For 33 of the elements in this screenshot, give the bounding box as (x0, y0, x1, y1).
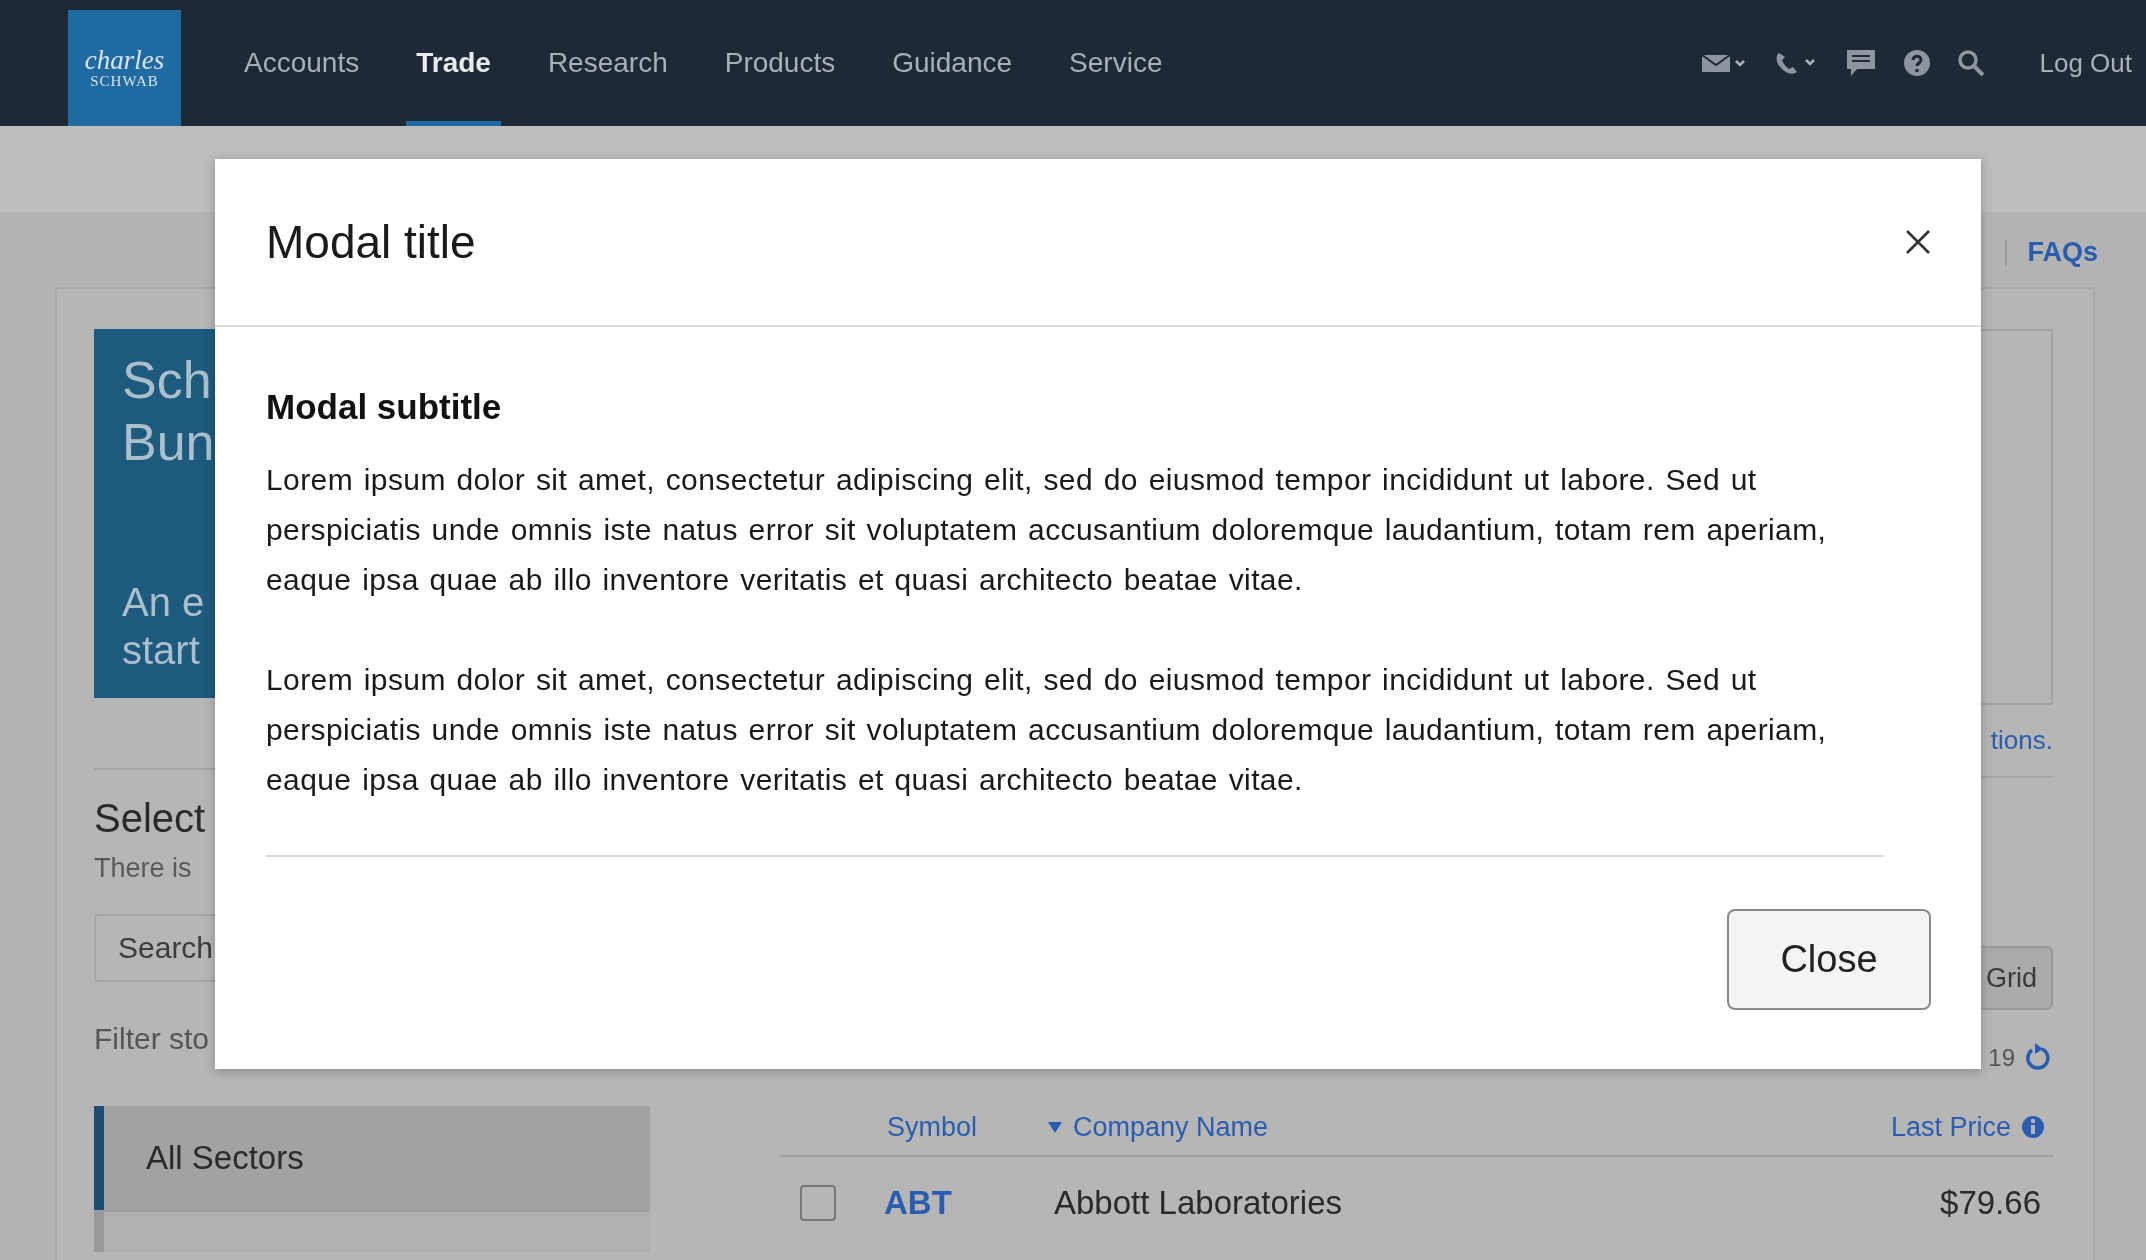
nav-tab[interactable]: Guidance (892, 0, 1013, 126)
row-checkbox[interactable] (800, 1185, 836, 1221)
modal-title: Modal title (266, 215, 476, 269)
close-icon[interactable] (1905, 229, 1931, 255)
help-icon[interactable] (1903, 49, 1932, 77)
modal-subtitle: Modal subtitle (266, 387, 502, 427)
info-icon[interactable] (2021, 1115, 2045, 1139)
nav-tab[interactable]: Service (1069, 0, 1163, 126)
logo-text: charles (84, 46, 165, 73)
modal-paragraph: Lorem ipsum dolor sit amet, consectetur adipiscing elit, sed do eiusmod tempor incididunt ut labore. Sed ut perspiciatis unde omnis iste natus error sit voluptatem accusantium doloremque laudantium, totam rem aperiam, eaque ipsa quae ab illo inventore veritatis et quasi architecto beatae vitae. (266, 462, 1828, 598)
section-text: There is (94, 853, 192, 884)
chat-icon[interactable] (1845, 48, 1878, 78)
filter-label: Filter sto (94, 1022, 210, 1056)
nav-tab[interactable]: Research (547, 0, 668, 126)
section-title: Select (94, 796, 206, 841)
banner-title: Bun (122, 412, 215, 473)
updated-date: 19 (1988, 1044, 2015, 1072)
table-cell-text: Abbott Laboratories (1054, 1184, 1344, 1222)
nav-tab[interactable]: Accounts (244, 0, 360, 126)
log-out-link[interactable]: Log Out (2039, 47, 2132, 79)
banner-text: An e (122, 579, 205, 626)
banner-text: start (122, 627, 200, 674)
search-icon[interactable] (1957, 49, 1986, 77)
nav-tab[interactable]: Products (724, 0, 836, 126)
mail-icon[interactable] (1701, 52, 1748, 74)
close-button[interactable]: Close (1727, 909, 1931, 1010)
modal-paragraph: Lorem ipsum dolor sit amet, consectetur adipiscing elit, sed do eiusmod tempor incididunt ut labore. Sed ut perspiciatis unde omnis iste natus error sit voluptatem accusantium doloremque laudantium, totam rem aperiam, eaque ipsa quae ab illo inventore veritatis et quasi architecto beatae vitae. (266, 662, 1828, 798)
banner-title: Sch (122, 350, 212, 411)
sort-down-icon (1047, 1120, 1064, 1134)
sector-item[interactable]: All Sectors (94, 1106, 650, 1210)
table-cell-text: $79.66 (1940, 1184, 2042, 1222)
logo-text: SCHWAB (90, 72, 159, 90)
logo[interactable]: charles SCHWAB (68, 10, 181, 126)
